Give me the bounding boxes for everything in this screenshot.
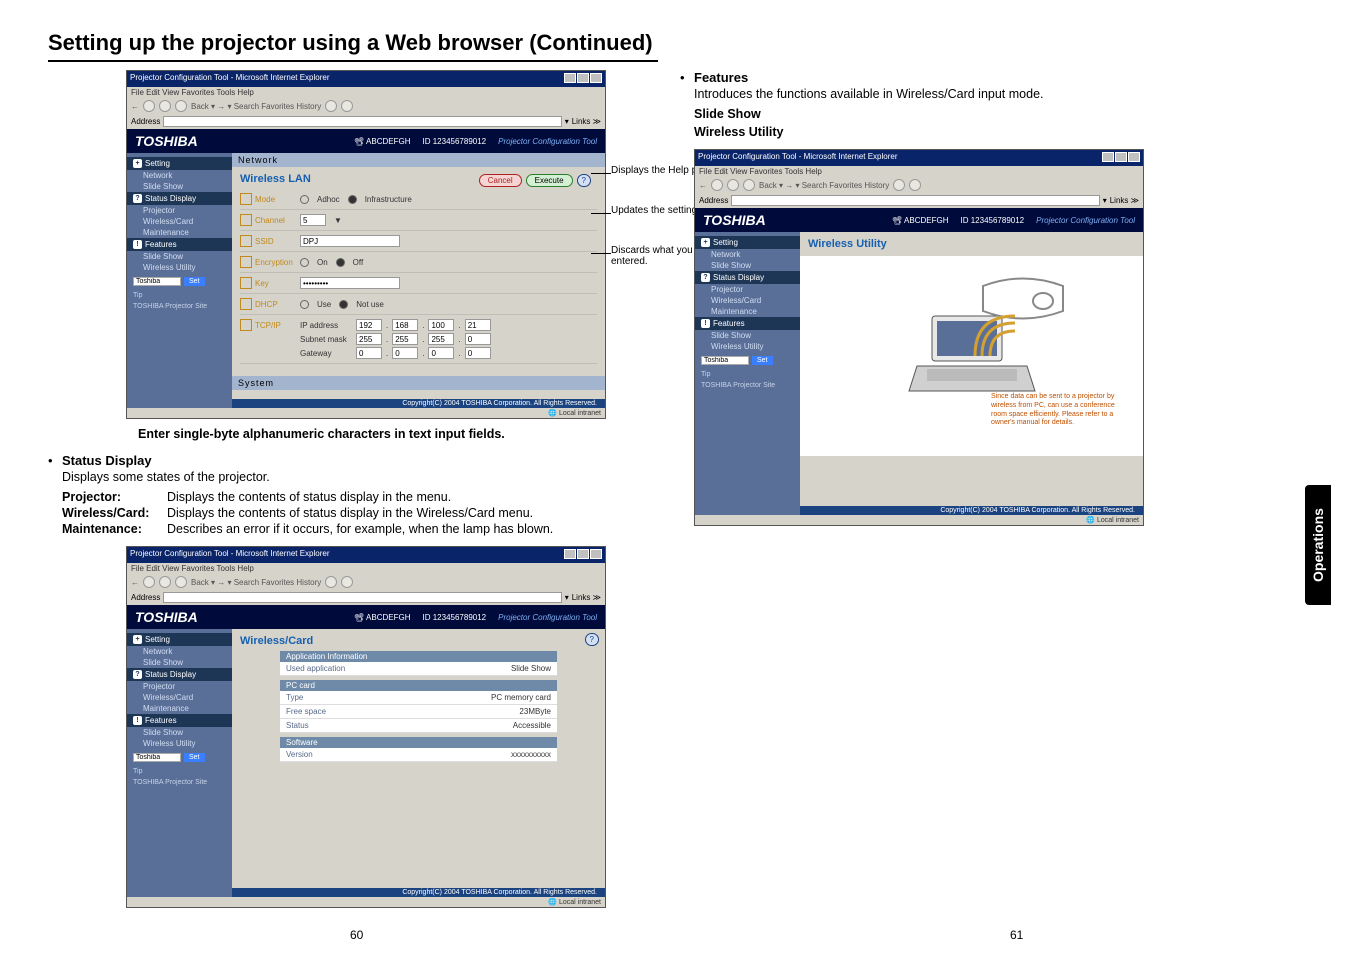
screenshot-wireless-card: Projector Configuration Tool - Microsoft…: [126, 546, 606, 908]
features-sub-wireless-utility: Wireless Utility: [694, 125, 1150, 139]
status-display-heading: Status Display: [62, 453, 152, 468]
input-note: Enter single-byte alphanumeric character…: [138, 427, 658, 441]
execute-button[interactable]: Execute: [526, 174, 573, 187]
ie-toolbar: ← Back ▾ → ▾ Search Favorites History: [127, 98, 605, 114]
utility-note: Since data can be sent to a projector by…: [991, 393, 1131, 428]
screenshot-wireless-lan: Projector Configuration Tool - Microsoft…: [126, 70, 606, 419]
wireless-icon: [970, 311, 1020, 361]
page-number-left: 60: [350, 928, 363, 942]
config-sidebar: +Setting Network Slide Show ?Status Disp…: [127, 153, 232, 408]
features-desc: Introduces the functions available in Wi…: [680, 87, 1150, 101]
ie-menu: File Edit View Favorites Tools Help: [127, 87, 605, 98]
features-sub-slideshow: Slide Show: [694, 107, 1150, 121]
ie-title: Projector Configuration Tool - Microsoft…: [130, 73, 330, 85]
screenshot-wireless-utility: Projector Configuration Tool - Microsoft…: [694, 149, 1144, 526]
features-heading: Features: [694, 70, 748, 85]
status-display-desc: Displays some states of the projector.: [48, 470, 658, 484]
page-number-right: 61: [1010, 928, 1023, 942]
sidebar-search-input[interactable]: [133, 277, 181, 286]
side-tab-operations: Operations: [1305, 485, 1331, 605]
page-title: Setting up the projector using a Web bro…: [48, 30, 658, 62]
help-button[interactable]: ?: [577, 174, 591, 187]
address-bar[interactable]: [163, 116, 561, 127]
cancel-button[interactable]: Cancel: [479, 174, 522, 187]
sidebar-search-button[interactable]: Set: [184, 277, 205, 286]
brand-logo: TOSHIBA: [135, 133, 198, 149]
